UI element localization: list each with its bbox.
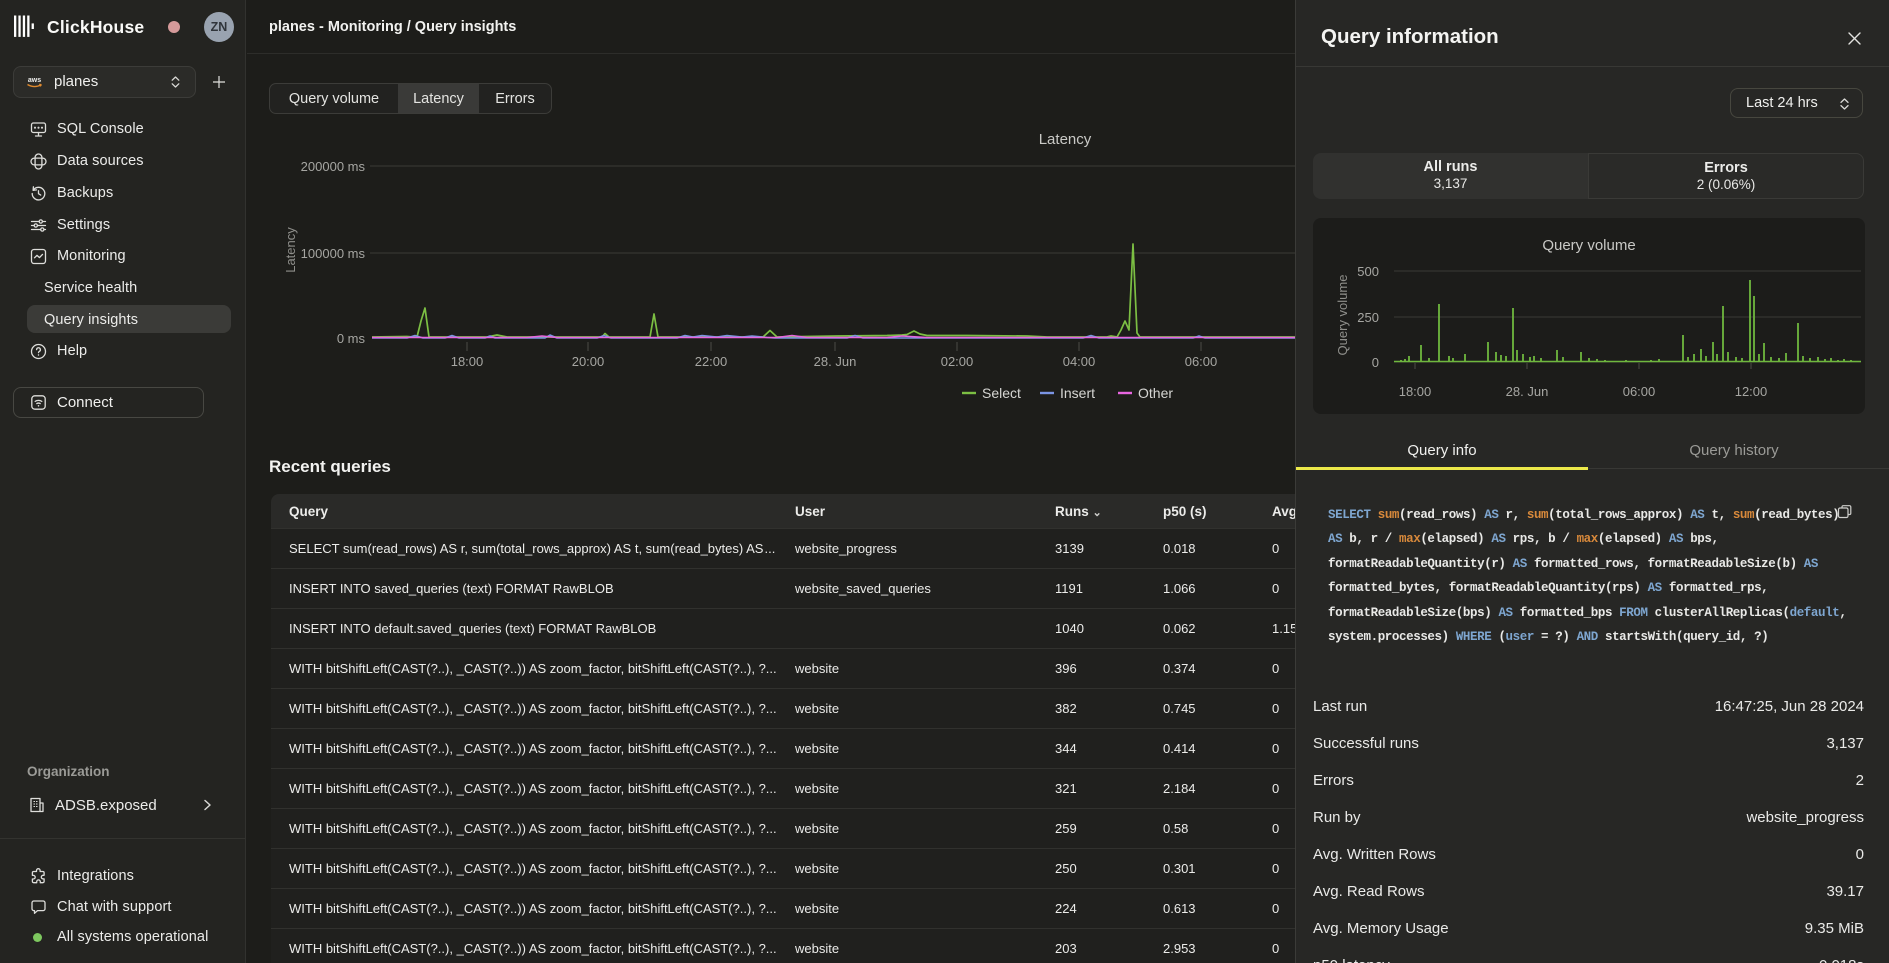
svg-text:12:00: 12:00 [1735,384,1768,399]
svg-text:Other: Other [1138,385,1173,401]
svg-text:18:00: 18:00 [451,354,484,369]
svg-text:100000 ms: 100000 ms [301,246,366,261]
svg-text:06:00: 06:00 [1623,384,1656,399]
svg-text:20:00: 20:00 [572,354,605,369]
svg-text:22:00: 22:00 [695,354,728,369]
svg-text:Latency: Latency [283,227,298,273]
svg-text:06:00: 06:00 [1185,354,1218,369]
svg-text:Latency: Latency [1039,131,1092,148]
svg-text:18:00: 18:00 [1399,384,1432,399]
svg-text:500: 500 [1357,264,1379,279]
svg-text:Query volume: Query volume [1542,237,1635,254]
svg-text:Query volume: Query volume [1335,275,1350,356]
svg-text:02:00: 02:00 [941,354,974,369]
svg-text:0 ms: 0 ms [337,331,366,346]
svg-text:0: 0 [1372,355,1379,370]
svg-text:28. Jun: 28. Jun [1506,384,1549,399]
svg-text:aws: aws [28,77,41,84]
svg-text:250: 250 [1357,310,1379,325]
svg-text:200000 ms: 200000 ms [301,159,366,174]
svg-text:04:00: 04:00 [1063,354,1096,369]
svg-text:28. Jun: 28. Jun [814,354,857,369]
svg-text:Select: Select [982,385,1021,401]
svg-text:Insert: Insert [1060,385,1095,401]
